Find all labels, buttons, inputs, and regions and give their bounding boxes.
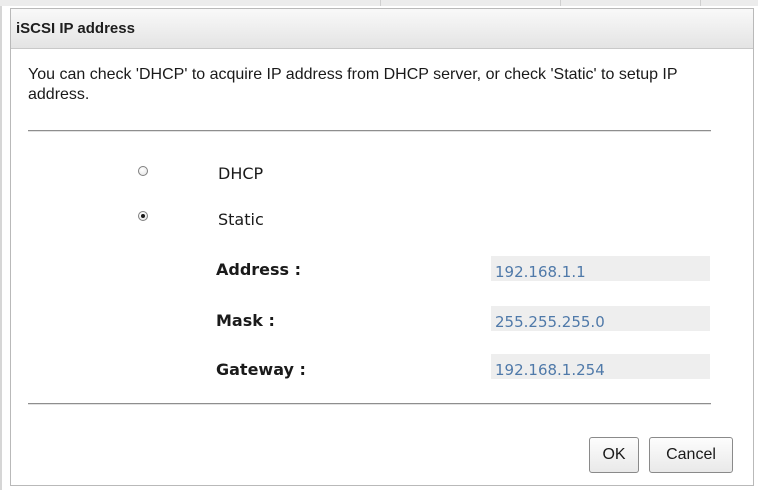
radio-selected-dot	[141, 214, 145, 218]
mask-field[interactable]: 255.255.255.0	[491, 306, 710, 331]
dialog-title: iSCSI IP address	[16, 20, 135, 37]
dhcp-radio[interactable]	[138, 166, 148, 176]
address-field[interactable]: 192.168.1.1	[491, 256, 710, 281]
page: iSCSI IP address You can check 'DHCP' to…	[0, 0, 758, 490]
gateway-field[interactable]: 192.168.1.254	[491, 354, 710, 379]
cancel-button[interactable]: Cancel	[649, 437, 733, 473]
iscsi-ip-dialog: iSCSI IP address You can check 'DHCP' to…	[10, 8, 754, 486]
mask-label: Mask :	[216, 311, 275, 330]
dialog-description: You can check 'DHCP' to acquire IP addre…	[28, 66, 678, 103]
static-radio[interactable]	[138, 211, 148, 221]
dialog-titlebar[interactable]: iSCSI IP address	[11, 9, 753, 49]
background-window-border	[0, 6, 2, 490]
gateway-label: Gateway :	[216, 360, 306, 379]
dhcp-radio-label[interactable]: DHCP	[218, 164, 263, 183]
top-divider	[28, 130, 711, 132]
bottom-divider	[28, 403, 711, 405]
address-label: Address :	[216, 260, 302, 279]
ok-button[interactable]: OK	[589, 437, 639, 473]
background-window-edge	[0, 0, 758, 6]
static-radio-label[interactable]: Static	[218, 210, 264, 229]
